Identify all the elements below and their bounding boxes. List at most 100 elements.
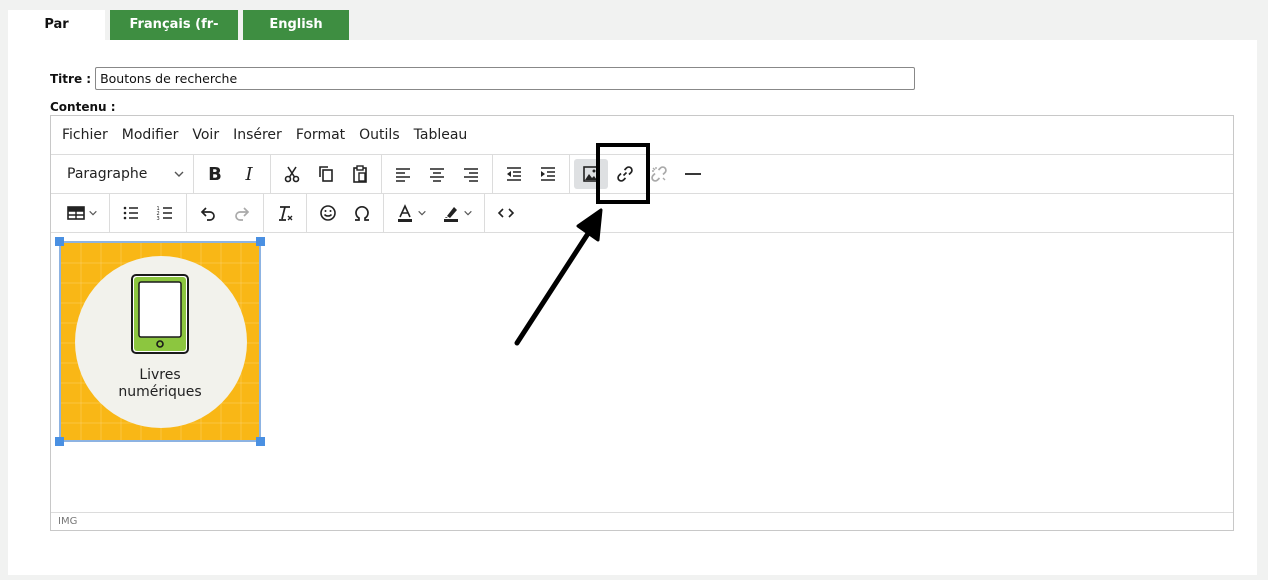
emoji-button[interactable] <box>311 198 345 228</box>
menu-format[interactable]: Format <box>289 127 352 143</box>
toolbar-group-indent <box>493 154 570 194</box>
image-icon <box>583 166 599 182</box>
highlighter-icon <box>444 207 458 222</box>
indent-icon <box>541 167 555 181</box>
toolbar-group-symbols <box>307 193 384 233</box>
paste-button[interactable] <box>343 159 377 189</box>
menu-edit[interactable]: Modifier <box>115 127 186 143</box>
outdent-icon <box>507 167 521 181</box>
toolbar-group-blocks: Paragraphe <box>55 154 194 194</box>
scissors-icon <box>284 166 300 183</box>
toolbar-group-text-style: B I <box>194 154 271 194</box>
table-button[interactable] <box>59 198 105 228</box>
align-right-icon <box>464 168 478 182</box>
chevron-down-icon <box>89 210 97 216</box>
link-button[interactable] <box>608 159 642 189</box>
image-button[interactable] <box>574 159 608 189</box>
undo-button[interactable] <box>191 198 225 228</box>
clipboard-icon <box>353 165 367 183</box>
text-color-button[interactable] <box>388 198 434 228</box>
clear-formatting-icon <box>279 206 293 221</box>
image-caption: Livres numériques <box>61 367 259 401</box>
toolbar-group-code <box>485 194 527 233</box>
menu-tools[interactable]: Outils <box>352 127 406 143</box>
editor-statusbar: IMG <box>51 512 1233 530</box>
horizontal-rule-button[interactable] <box>676 159 710 189</box>
title-row: Titre : <box>50 67 916 90</box>
bold-button[interactable]: B <box>198 159 232 189</box>
align-left-button[interactable] <box>386 159 420 189</box>
editor-toolbar-secondary: 123 <box>51 193 1233 233</box>
outdent-button[interactable] <box>497 159 531 189</box>
omega-icon <box>355 205 369 221</box>
italic-button[interactable]: I <box>232 159 266 189</box>
align-center-icon <box>430 168 444 182</box>
editor-content-area[interactable]: Livres numériques <box>51 233 1233 512</box>
selected-image[interactable]: Livres numériques <box>55 237 265 446</box>
redo-button[interactable] <box>225 198 259 228</box>
align-right-button[interactable] <box>454 159 488 189</box>
block-format-value: Paragraphe <box>67 166 148 182</box>
block-format-select[interactable]: Paragraphe <box>59 159 189 189</box>
ebook-badge-image <box>61 243 259 440</box>
unlink-icon <box>651 166 667 182</box>
clear-formatting-button[interactable] <box>268 198 302 228</box>
copy-icon <box>319 166 333 182</box>
svg-text:3: 3 <box>157 216 160 222</box>
resize-handle-bottom-right[interactable] <box>256 437 265 446</box>
title-input[interactable] <box>95 67 916 90</box>
tab-english[interactable]: English (en) <box>243 10 349 62</box>
toolbar-group-table <box>55 193 110 233</box>
chevron-down-icon <box>464 210 472 216</box>
indent-button[interactable] <box>531 159 565 189</box>
title-label: Titre : <box>50 71 92 86</box>
redo-icon <box>235 207 250 221</box>
source-code-button[interactable] <box>489 198 523 228</box>
bullet-list-button[interactable] <box>114 198 148 228</box>
highlight-color-button[interactable] <box>434 198 480 228</box>
menu-view[interactable]: Voir <box>185 127 226 143</box>
smiley-icon <box>320 205 336 221</box>
special-character-button[interactable] <box>345 198 379 228</box>
editor-toolbar-primary: Paragraphe B I <box>51 154 1233 194</box>
language-tabs: Par défaut Français (fr-CA) English (en) <box>8 10 354 62</box>
rich-text-editor: Fichier Modifier Voir Insérer Format Out… <box>50 115 1234 531</box>
editor-menubar: Fichier Modifier Voir Insérer Format Out… <box>51 116 1233 155</box>
horizontal-line-icon <box>685 173 701 175</box>
code-icon <box>497 208 515 218</box>
numbered-list-button[interactable]: 123 <box>148 198 182 228</box>
content-label: Contenu : <box>50 100 116 114</box>
toolbar-group-colors <box>384 193 485 233</box>
menu-insert[interactable]: Insérer <box>226 127 289 143</box>
resize-handle-bottom-left[interactable] <box>55 437 64 446</box>
toolbar-group-clipboard <box>271 154 382 194</box>
link-icon <box>617 166 633 182</box>
toolbar-group-clear <box>264 193 307 233</box>
align-left-icon <box>396 168 410 182</box>
resize-handle-top-left[interactable] <box>55 237 64 246</box>
numbered-list-icon: 123 <box>157 206 172 222</box>
align-center-button[interactable] <box>420 159 454 189</box>
undo-icon <box>200 207 215 221</box>
form-panel: Titre : Contenu : Fichier Modifier Voir … <box>8 40 1257 575</box>
unlink-button[interactable] <box>642 159 676 189</box>
tab-french[interactable]: Français (fr-CA) <box>110 10 238 62</box>
toolbar-group-lists: 123 <box>110 193 187 233</box>
copy-button[interactable] <box>309 159 343 189</box>
toolbar-group-history <box>187 193 264 233</box>
cut-button[interactable] <box>275 159 309 189</box>
toolbar-group-align <box>382 154 493 194</box>
italic-icon: I <box>245 163 253 185</box>
element-path[interactable]: IMG <box>58 516 77 527</box>
caption-line-2: numériques <box>118 384 202 400</box>
bold-icon: B <box>208 163 222 185</box>
caption-line-1: Livres <box>139 367 181 383</box>
chevron-down-icon <box>174 171 184 177</box>
tab-default[interactable]: Par défaut <box>8 10 105 62</box>
table-icon <box>67 206 85 220</box>
menu-file[interactable]: Fichier <box>55 127 115 143</box>
chevron-down-icon <box>418 210 426 216</box>
menu-table[interactable]: Tableau <box>407 127 475 143</box>
text-color-icon <box>398 204 412 222</box>
resize-handle-top-right[interactable] <box>256 237 265 246</box>
